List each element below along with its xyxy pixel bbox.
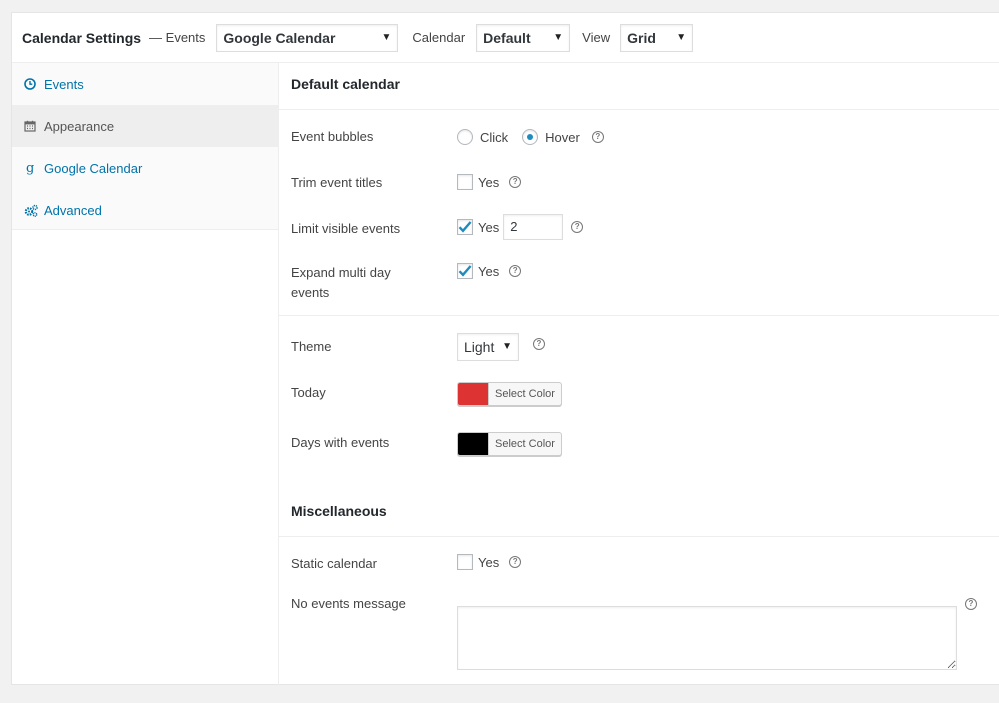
checkmark-icon [458, 221, 472, 233]
calendar-select-value: Default [483, 29, 531, 46]
help-icon[interactable]: ? [591, 131, 604, 143]
checkbox-label: Yes [478, 219, 500, 235]
checkbox-label: Yes [478, 554, 500, 570]
limit-visible-label: Limit visible events [291, 221, 401, 236]
dropdown-arrow-icon: ▼ [676, 31, 687, 43]
calendar-label: Calendar [412, 30, 466, 45]
view-label: View [582, 30, 611, 45]
settings-sidebar: Events Appearance g Google Calendar Adva… [12, 63, 278, 230]
calendar-icon [24, 120, 44, 132]
sidebar-item-label: Google Calendar [44, 160, 143, 176]
days-with-events-control: Select Color [457, 432, 562, 456]
header-separator: — Events [149, 30, 206, 45]
calendar-select[interactable]: Default ▼ [476, 23, 571, 52]
today-color-button[interactable]: Select Color [457, 382, 562, 406]
no-events-message-label: No events message [291, 596, 406, 611]
checkbox-label: Yes [478, 263, 500, 279]
days-with-events-label: Days with events [291, 435, 390, 450]
trim-titles-label: Trim event titles [291, 175, 383, 190]
limit-visible-number-input[interactable]: 2 [503, 214, 564, 240]
help-icon[interactable]: ? [509, 176, 522, 188]
settings-content: Default calendar Event bubbles Click Hov… [279, 63, 999, 684]
dropdown-arrow-icon: ▼ [553, 31, 564, 43]
dropdown-arrow-icon: ▼ [502, 341, 512, 352]
divider [279, 315, 999, 316]
color-swatch [458, 383, 489, 405]
section-title-miscellaneous: Miscellaneous [291, 503, 387, 519]
help-icon[interactable]: ? [533, 338, 545, 350]
checkbox-label: Yes [478, 174, 500, 190]
static-calendar-control: Yes ? [457, 554, 522, 570]
sidebar-item-appearance[interactable]: Appearance [12, 105, 278, 147]
expand-multi-checkbox[interactable] [457, 263, 473, 279]
static-calendar-checkbox[interactable] [457, 554, 473, 570]
theme-label: Theme [291, 339, 332, 354]
color-swatch [458, 433, 489, 455]
sidebar-item-google-calendar[interactable]: g Google Calendar [12, 147, 278, 189]
static-calendar-label: Static calendar [291, 556, 377, 571]
trim-titles-checkbox[interactable] [457, 174, 473, 190]
sidebar-item-label: Appearance [44, 118, 115, 134]
settings-header: Calendar Settings — Events Google Calend… [12, 13, 999, 63]
expand-multi-control: Yes ? [457, 263, 522, 279]
dropdown-arrow-icon: ▼ [381, 31, 392, 43]
no-events-message-textarea[interactable] [457, 606, 957, 670]
divider [279, 109, 999, 110]
view-select[interactable]: Grid ▼ [620, 23, 694, 52]
view-select-value: Grid [627, 29, 656, 46]
events-select-value: Google Calendar [223, 29, 336, 46]
select-color-label: Select Color [495, 438, 555, 450]
settings-panel: Calendar Settings — Events Google Calend… [11, 12, 999, 685]
clock-icon [24, 78, 44, 90]
radio-click[interactable] [457, 129, 473, 145]
theme-select-value: Light [464, 339, 495, 355]
theme-control: Light ▼ ? [457, 333, 545, 361]
today-control: Select Color [457, 382, 562, 406]
select-color-label: Select Color [495, 388, 555, 400]
help-icon[interactable]: ? [509, 265, 522, 277]
section-title-default-calendar: Default calendar [291, 76, 400, 92]
sidebar-item-advanced[interactable]: Advanced [12, 189, 278, 231]
google-icon: g [26, 160, 35, 176]
radio-click-label: Click [480, 129, 509, 145]
sidebar-item-events[interactable]: Events [12, 63, 278, 105]
help-icon[interactable]: ? [965, 598, 977, 610]
event-bubbles-label: Event bubbles [291, 129, 374, 144]
today-label: Today [291, 385, 326, 400]
theme-select[interactable]: Light ▼ [457, 333, 519, 361]
events-select[interactable]: Google Calendar ▼ [216, 23, 399, 52]
divider [279, 536, 999, 537]
page-title: Calendar Settings [22, 29, 142, 46]
event-bubbles-control: Click Hover ? [457, 129, 604, 145]
days-with-events-color-button[interactable]: Select Color [457, 432, 562, 456]
trim-titles-control: Yes ? [457, 174, 522, 190]
sidebar-item-label: Advanced [44, 202, 102, 218]
sidebar-item-label: Events [44, 76, 84, 92]
limit-visible-checkbox[interactable] [457, 219, 473, 235]
help-icon[interactable]: ? [509, 556, 522, 568]
gears-icon [24, 204, 44, 217]
radio-hover[interactable] [522, 129, 539, 145]
checkmark-icon [458, 265, 472, 277]
limit-visible-control: Yes 2 ? [457, 214, 584, 240]
radio-hover-label: Hover [545, 129, 580, 145]
help-icon[interactable]: ? [571, 221, 584, 233]
expand-multi-label: Expand multi day events [291, 265, 391, 300]
